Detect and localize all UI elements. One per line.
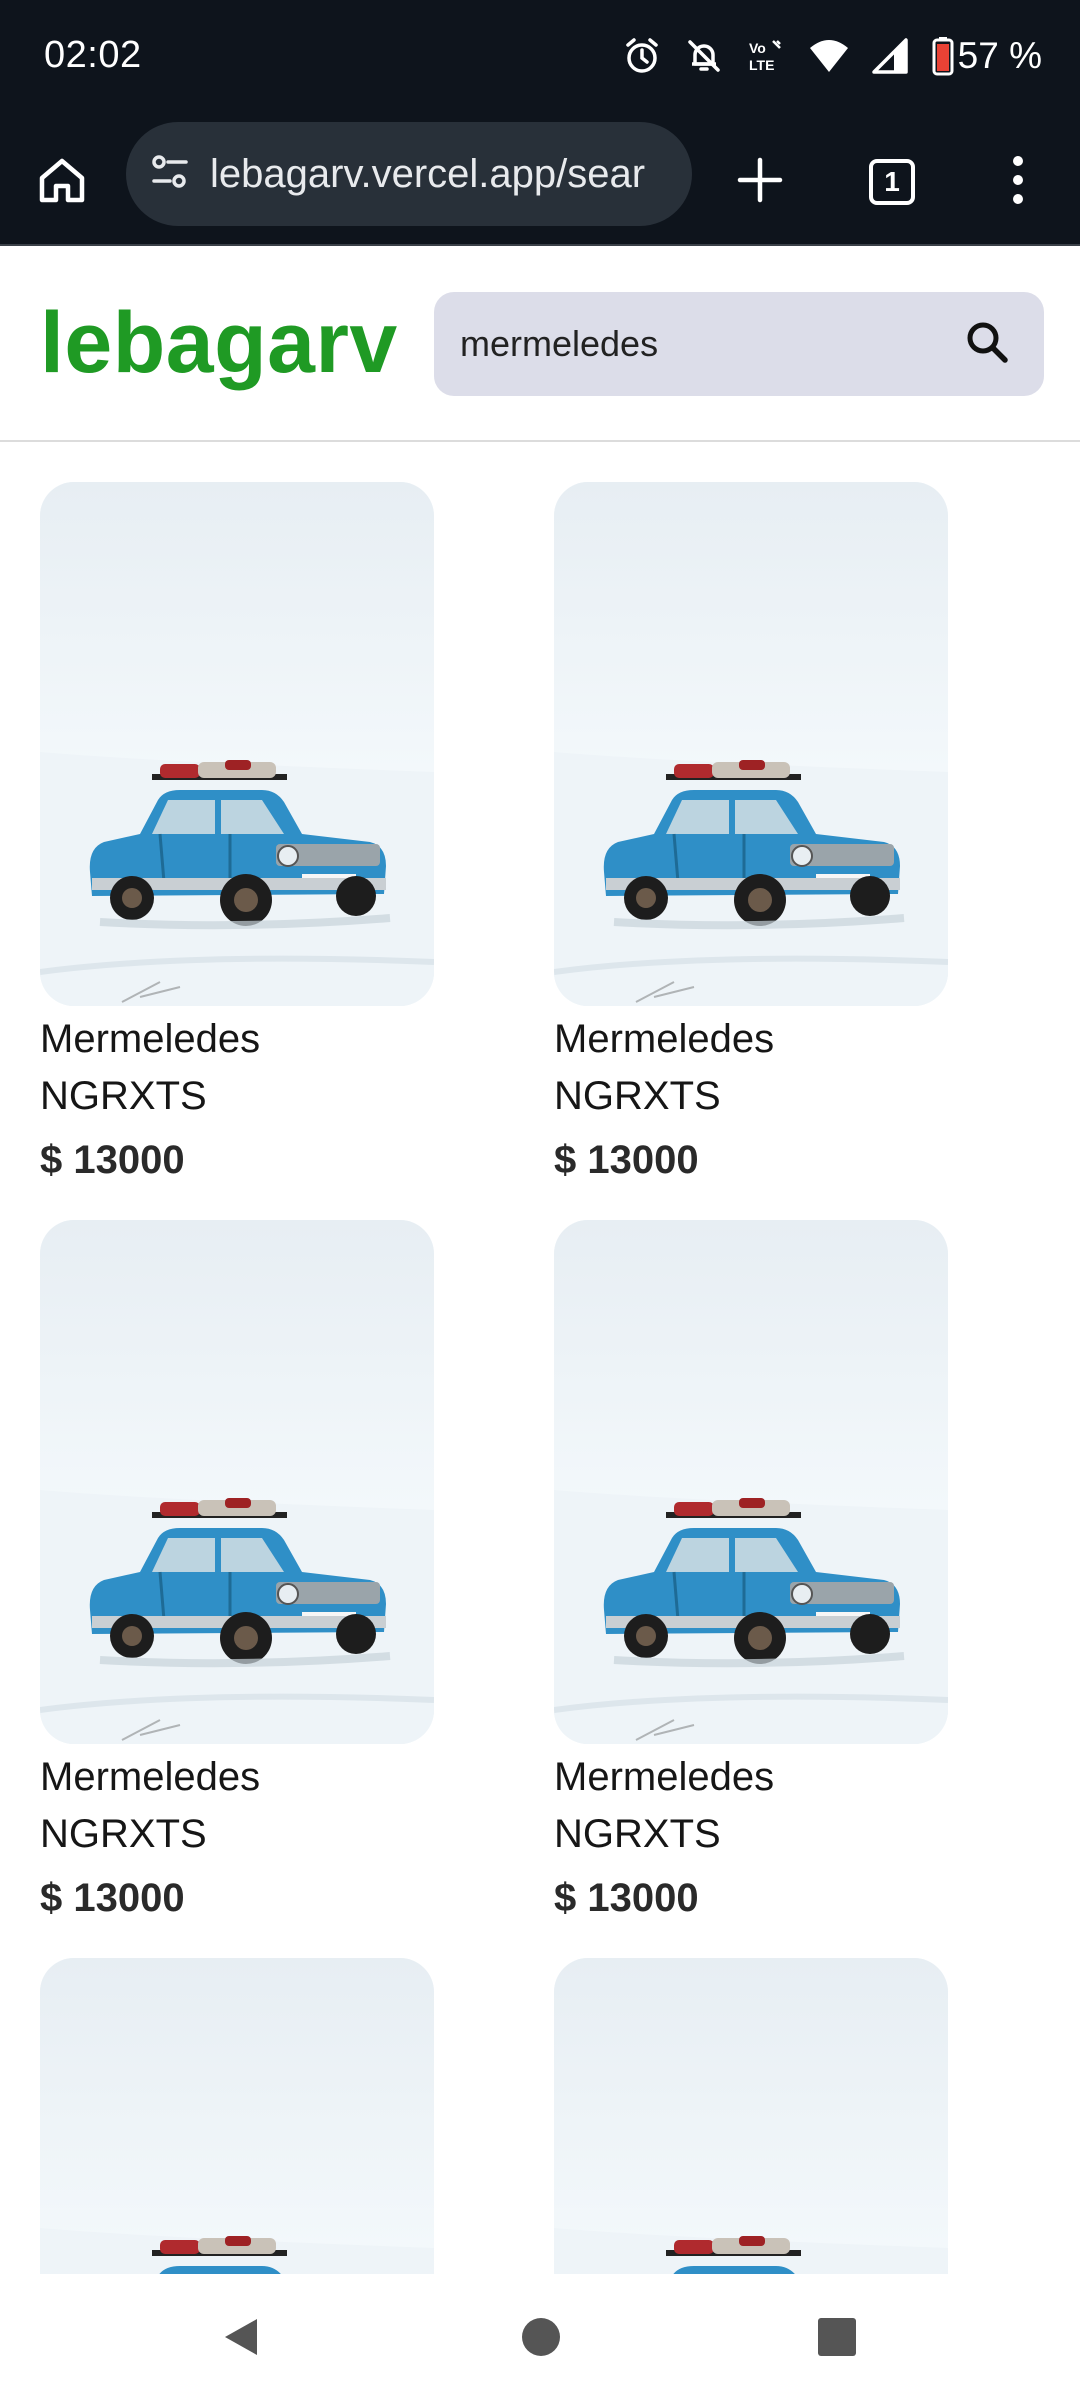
- system-nav-bar: [0, 2274, 1080, 2400]
- status-icons: Vo LTE 57 %: [622, 32, 1042, 80]
- product-card[interactable]: [40, 1958, 440, 2274]
- more-menu-icon: [1010, 155, 1026, 210]
- url-text: lebagarv.vercel.app/sear: [210, 151, 646, 196]
- product-price: $ 13000: [40, 1138, 185, 1182]
- product-price: $ 13000: [40, 1876, 185, 1920]
- status-time: 02:02: [44, 34, 142, 76]
- alarm-icon: [622, 36, 662, 76]
- product-price: $ 13000: [554, 1138, 699, 1182]
- status-bar: 02:02 Vo LTE 57 %: [0, 0, 1080, 118]
- product-card[interactable]: Mermeledes NGRXTS $ 13000: [40, 1220, 440, 1928]
- product-image[interactable]: [40, 482, 434, 1006]
- product-title[interactable]: Mermeledes: [40, 1748, 440, 1806]
- product-image[interactable]: [554, 1958, 948, 2274]
- product-card[interactable]: Mermeledes NGRXTS $ 13000: [554, 1220, 954, 1928]
- volte-icon: Vo LTE: [746, 36, 786, 76]
- svg-text:Vo: Vo: [749, 40, 766, 56]
- car-photo: [554, 1958, 948, 2274]
- address-bar[interactable]: lebagarv.vercel.app/sear: [126, 122, 692, 226]
- car-photo: [40, 1220, 434, 1744]
- home-button[interactable]: [22, 142, 102, 222]
- recents-icon: [817, 2317, 857, 2362]
- product-grid: Mermeledes NGRXTS $ 13000 Mermeledes NGR…: [0, 442, 1080, 2274]
- new-tab-button[interactable]: [720, 142, 800, 222]
- car-photo: [40, 482, 434, 1006]
- product-image[interactable]: [554, 1220, 948, 1744]
- product-price: $ 13000: [554, 1876, 699, 1920]
- search-icon: [965, 320, 1009, 369]
- product-card[interactable]: Mermeledes NGRXTS $ 13000: [554, 482, 954, 1190]
- product-title[interactable]: Mermeledes: [554, 1010, 954, 1068]
- battery-percent: 57 %: [957, 35, 1042, 76]
- tabs-icon: 1: [869, 159, 915, 205]
- product-title[interactable]: Mermeledes: [554, 1748, 954, 1806]
- home-nav-button[interactable]: [506, 2304, 576, 2374]
- product-image[interactable]: [40, 1220, 434, 1744]
- product-card[interactable]: [554, 1958, 954, 2274]
- more-menu-button[interactable]: [978, 142, 1058, 222]
- site-logo[interactable]: lebagarv: [40, 294, 398, 393]
- product-brand: NGRXTS: [40, 1812, 207, 1856]
- battery-icon: [932, 36, 954, 76]
- search-input[interactable]: [460, 323, 960, 365]
- wifi-icon: [808, 36, 850, 76]
- product-image[interactable]: [40, 1958, 434, 2274]
- signal-icon: [871, 36, 910, 76]
- product-image[interactable]: [554, 482, 948, 1006]
- battery-indicator: 57 %: [932, 35, 1042, 77]
- site-settings-icon[interactable]: [148, 150, 192, 199]
- car-photo: [554, 1220, 948, 1744]
- product-card[interactable]: Mermeledes NGRXTS $ 13000: [40, 482, 440, 1190]
- car-photo: [554, 482, 948, 1006]
- bell-off-icon: [684, 36, 724, 76]
- product-brand: NGRXTS: [40, 1074, 207, 1118]
- product-brand: NGRXTS: [554, 1074, 721, 1118]
- svg-text:LTE: LTE: [749, 57, 774, 73]
- back-button[interactable]: [206, 2304, 276, 2374]
- site-header: lebagarv: [0, 248, 1080, 442]
- home-icon: [36, 154, 88, 211]
- product-title[interactable]: Mermeledes: [40, 1010, 440, 1068]
- new-tab-icon: [736, 156, 784, 209]
- home-circle-icon: [520, 2316, 562, 2363]
- browser-toolbar: lebagarv.vercel.app/sear 1: [0, 118, 1080, 246]
- car-photo: [40, 1958, 434, 2274]
- recents-button[interactable]: [802, 2304, 872, 2374]
- search-button[interactable]: [960, 317, 1014, 371]
- search-box: [434, 292, 1044, 396]
- tab-switcher-button[interactable]: 1: [852, 142, 932, 222]
- product-brand: NGRXTS: [554, 1812, 721, 1856]
- back-icon: [219, 2315, 263, 2364]
